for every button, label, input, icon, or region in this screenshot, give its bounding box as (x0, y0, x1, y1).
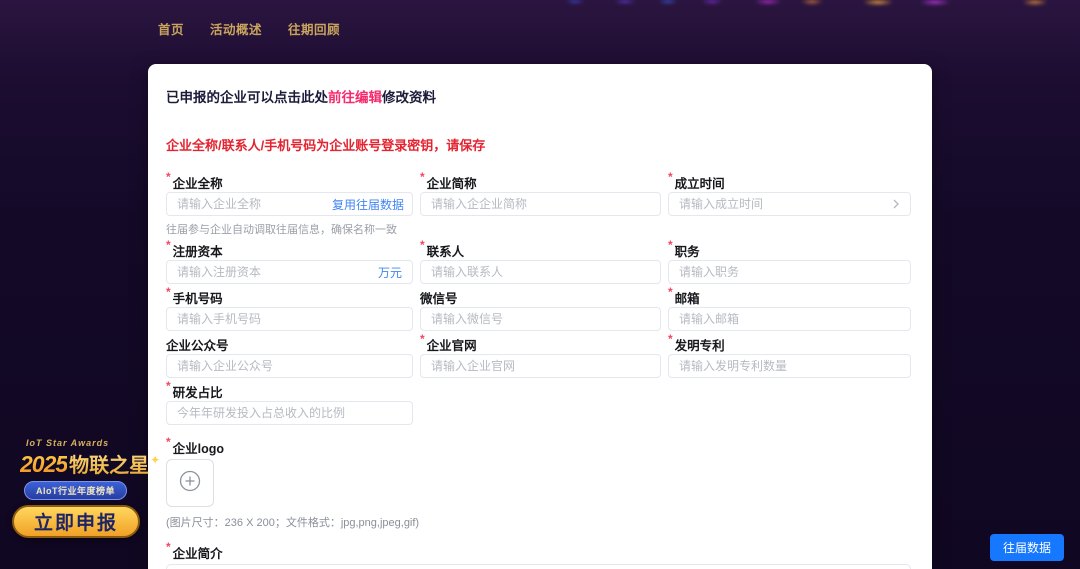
registered-capital-input[interactable] (177, 265, 378, 279)
notice-prefix: 已申报的企业可以点击此处 (166, 90, 328, 105)
promo-subtitle-pill: AIoT行业年度榜单 (24, 481, 127, 500)
promo-title: 物联之星 (69, 449, 149, 478)
field-official-account: 企业公众号 (166, 335, 413, 378)
form-grid: *企业全称 复用往届数据 往届参与企业自动调取往届信息，确保名称一致 *企业简称… (166, 173, 911, 425)
reuse-past-data-link[interactable]: 复用往届数据 (332, 196, 404, 213)
position-label: 职务 (675, 241, 700, 260)
star-icon: ✦ (150, 453, 160, 467)
field-email: *邮箱 (668, 288, 911, 331)
field-rd-ratio: *研发占比 (166, 382, 413, 425)
login-key-warning: 企业全称/联系人/手机号码为企业账号登录密钥，请保存 (166, 135, 911, 154)
apply-now-button[interactable]: 立即申报 (12, 505, 140, 538)
required-marker: * (668, 285, 673, 299)
contact-person-input[interactable] (420, 260, 661, 284)
wechat-label: 微信号 (420, 288, 458, 307)
phone-label: 手机号码 (173, 288, 223, 307)
required-marker: * (420, 238, 425, 252)
required-marker: * (668, 238, 673, 252)
rd-ratio-input[interactable] (166, 401, 413, 425)
registered-capital-input-wrap: 万元 (166, 260, 413, 284)
company-name-input-wrap: 复用往届数据 (166, 192, 413, 216)
event-promo-badge: IoT Star Awards 2025 物联之星 ✦ AIoT行业年度榜单 立… (12, 438, 154, 538)
history-data-button[interactable]: 往届数据 (990, 534, 1064, 561)
apply-now-label: 立即申报 (34, 508, 118, 535)
contact-person-label: 联系人 (427, 241, 465, 260)
field-wechat: 微信号 (420, 288, 661, 331)
position-input[interactable] (668, 260, 911, 284)
company-name-input[interactable] (177, 197, 332, 211)
email-input[interactable] (668, 307, 911, 331)
field-founding-time: *成立时间 (668, 173, 911, 237)
logo-format-note: (图片尺寸：236 X 200；文件格式：jpg,png,jpeg,gif) (166, 514, 911, 530)
required-marker: * (166, 170, 171, 184)
required-marker: * (166, 435, 171, 449)
company-name-label: 企业全称 (173, 173, 223, 192)
rd-ratio-label: 研发占比 (173, 382, 223, 401)
required-marker: * (668, 332, 673, 346)
go-edit-link[interactable]: 前往编辑 (328, 90, 382, 105)
company-short-name-input[interactable] (420, 192, 661, 216)
field-company-name: *企业全称 复用往届数据 往届参与企业自动调取往届信息，确保名称一致 (166, 173, 413, 237)
required-marker: * (166, 285, 171, 299)
patents-label: 发明专利 (675, 335, 725, 354)
promo-eyebrow: IoT Star Awards (26, 438, 154, 448)
promo-year: 2025 (20, 451, 67, 478)
official-account-input[interactable] (166, 354, 413, 378)
application-form-card: 已申报的企业可以点击此处前往编辑修改资料 企业全称/联系人/手机号码为企业账号登… (148, 64, 932, 569)
website-input[interactable] (420, 354, 661, 378)
company-profile-label: 企业简介 (173, 543, 223, 562)
rich-text-editor: ↶ ↷ B I x² x₂ (166, 564, 911, 569)
logo-upload-box[interactable] (166, 459, 214, 507)
phone-input[interactable] (166, 307, 413, 331)
registered-capital-label: 注册资本 (173, 241, 223, 260)
top-banner-art (0, 0, 1080, 5)
field-position: *职务 (668, 241, 911, 284)
field-company-logo: *企业logo (图片尺寸：236 X 200；文件格式：jpg,png,jpe… (166, 438, 911, 530)
required-marker: * (668, 170, 673, 184)
required-marker: * (166, 379, 171, 393)
nav-item-home[interactable]: 首页 (158, 19, 184, 38)
field-company-profile: *企业简介 ↶ ↷ B I x² x₂ (166, 543, 911, 569)
capital-unit-label: 万元 (378, 264, 402, 281)
promo-brand: 2025 物联之星 ✦ (20, 449, 154, 478)
nav-item-past-review[interactable]: 往期回顾 (288, 19, 340, 38)
field-contact-person: *联系人 (420, 241, 661, 284)
founding-time-input[interactable] (679, 197, 892, 211)
field-company-short-name: *企业简称 (420, 173, 661, 237)
editor-toolbar: ↶ ↷ B I x² x₂ (167, 565, 910, 569)
field-phone: *手机号码 (166, 288, 413, 331)
wechat-input[interactable] (420, 307, 661, 331)
email-label: 邮箱 (675, 288, 700, 307)
company-logo-label: 企业logo (173, 438, 224, 457)
company-short-name-label: 企业简称 (427, 173, 477, 192)
company-name-helper: 往届参与企业自动调取往届信息，确保名称一致 (166, 221, 413, 237)
nav-item-overview[interactable]: 活动概述 (210, 19, 262, 38)
plus-circle-icon (179, 470, 201, 497)
required-marker: * (420, 170, 425, 184)
edit-notice: 已申报的企业可以点击此处前往编辑修改资料 (166, 86, 911, 106)
field-registered-capital: *注册资本 万元 (166, 241, 413, 284)
patents-input[interactable] (668, 354, 911, 378)
official-account-label: 企业公众号 (166, 335, 229, 354)
required-marker: * (420, 332, 425, 346)
notice-suffix: 修改资料 (382, 90, 436, 105)
chevron-right-icon (892, 199, 900, 209)
field-patents: *发明专利 (668, 335, 911, 378)
required-marker: * (166, 238, 171, 252)
required-marker: * (166, 540, 171, 554)
field-website: *企业官网 (420, 335, 661, 378)
main-nav: 首页 活动概述 往期回顾 (158, 19, 340, 38)
founding-time-picker[interactable] (668, 192, 911, 216)
founding-time-label: 成立时间 (675, 173, 725, 192)
website-label: 企业官网 (427, 335, 477, 354)
